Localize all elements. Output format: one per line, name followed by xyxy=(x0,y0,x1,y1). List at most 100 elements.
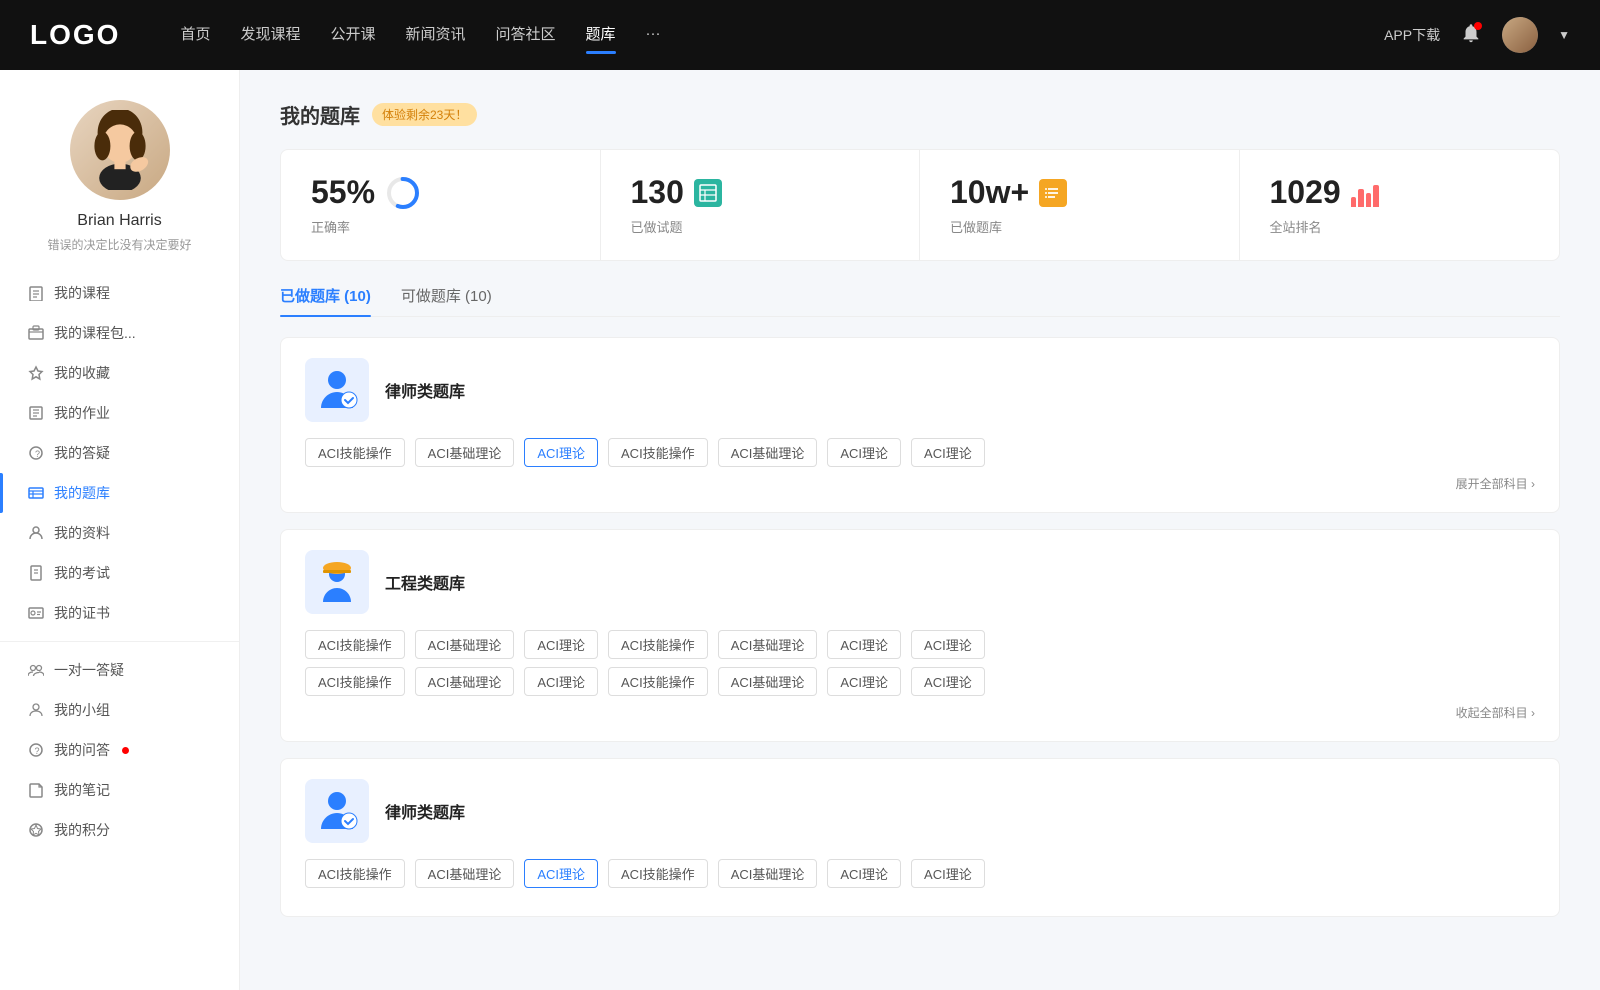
sidebar-item-my-group[interactable]: 我的小组 xyxy=(0,690,239,730)
tag-1-3[interactable]: ACI技能操作 xyxy=(608,438,708,467)
bank-card-header-3: 律师类题库 xyxy=(305,779,1535,843)
tags-row-2a: ACI技能操作 ACI基础理论 ACI理论 ACI技能操作 ACI基础理论 AC… xyxy=(305,630,1535,659)
tag-2-2[interactable]: ACI理论 xyxy=(524,630,598,659)
tag-2b-4[interactable]: ACI基础理论 xyxy=(718,667,818,696)
stat-done-banks: 10w+ 已做题库 xyxy=(920,150,1240,260)
profile-icon xyxy=(28,525,44,541)
cert-icon xyxy=(28,605,44,621)
bank-card-3: 律师类题库 ACI技能操作 ACI基础理论 ACI理论 ACI技能操作 ACI基… xyxy=(280,758,1560,917)
tag-3-4[interactable]: ACI基础理论 xyxy=(718,859,818,888)
nav-qa[interactable]: 问答社区 xyxy=(496,23,556,48)
stats-row: 55% 正确率 130 xyxy=(280,149,1560,261)
sidebar-label: 我的考试 xyxy=(54,563,110,583)
stat-value-accuracy: 55% xyxy=(311,174,375,211)
sidebar-label: 我的笔记 xyxy=(54,780,110,800)
tag-3-2[interactable]: ACI理论 xyxy=(524,859,598,888)
tag-2-6[interactable]: ACI理论 xyxy=(911,630,985,659)
tag-1-2[interactable]: ACI理论 xyxy=(524,438,598,467)
sidebar-item-course-package[interactable]: 我的课程包... xyxy=(0,313,239,353)
sidebar-item-my-qa[interactable]: ? 我的问答 xyxy=(0,730,239,770)
stat-value-questions: 130 xyxy=(631,174,684,211)
my-course-icon xyxy=(28,285,44,301)
collection-icon xyxy=(28,365,44,381)
tag-3-3[interactable]: ACI技能操作 xyxy=(608,859,708,888)
sidebar-item-profile[interactable]: 我的资料 xyxy=(0,513,239,553)
sidebar-item-my-notes[interactable]: 我的笔记 xyxy=(0,770,239,810)
sidebar-label: 我的收藏 xyxy=(54,363,110,383)
sidebar-label: 我的课程 xyxy=(54,283,110,303)
nav-news[interactable]: 新闻资讯 xyxy=(406,23,466,48)
tag-1-4[interactable]: ACI基础理论 xyxy=(718,438,818,467)
exam-icon xyxy=(28,565,44,581)
tags-row-2b: ACI技能操作 ACI基础理论 ACI理论 ACI技能操作 ACI基础理论 AC… xyxy=(305,667,1535,696)
course-package-icon xyxy=(28,325,44,341)
tag-2b-6[interactable]: ACI理论 xyxy=(911,667,985,696)
notification-bell[interactable] xyxy=(1460,22,1482,49)
tag-2-4[interactable]: ACI基础理论 xyxy=(718,630,818,659)
tag-2-1[interactable]: ACI基础理论 xyxy=(415,630,515,659)
svg-text:?: ? xyxy=(35,449,40,459)
tag-3-6[interactable]: ACI理论 xyxy=(911,859,985,888)
tab-done-banks[interactable]: 已做题库 (10) xyxy=(280,285,371,316)
sidebar-label: 我的小组 xyxy=(54,700,110,720)
nav-open-course[interactable]: 公开课 xyxy=(330,23,375,48)
sidebar-item-my-points[interactable]: 我的积分 xyxy=(0,810,239,850)
sidebar-item-cert[interactable]: 我的证书 xyxy=(0,593,239,633)
page-title: 我的题库 xyxy=(280,100,360,129)
nav-more[interactable]: ··· xyxy=(646,25,661,46)
trial-badge: 体验剩余23天！ xyxy=(372,103,477,126)
user-dropdown-arrow[interactable]: ▼ xyxy=(1558,28,1570,42)
nav-discover[interactable]: 发现课程 xyxy=(240,23,300,48)
my-questions-icon: ? xyxy=(28,445,44,461)
tag-2-0[interactable]: ACI技能操作 xyxy=(305,630,405,659)
tag-3-1[interactable]: ACI基础理论 xyxy=(415,859,515,888)
app-download-button[interactable]: APP下载 xyxy=(1384,25,1440,45)
engineer-icon-wrap xyxy=(305,550,369,614)
sidebar-item-exam[interactable]: 我的考试 xyxy=(0,553,239,593)
tag-2b-3[interactable]: ACI技能操作 xyxy=(608,667,708,696)
my-group-icon xyxy=(28,702,44,718)
collapse-link-2[interactable]: 收起全部科目 › xyxy=(305,704,1535,721)
tab-available-banks[interactable]: 可做题库 (10) xyxy=(401,285,492,316)
tag-2b-0[interactable]: ACI技能操作 xyxy=(305,667,405,696)
expand-link-1[interactable]: 展开全部科目 › xyxy=(305,475,1535,492)
lawyer-icon-wrap xyxy=(305,358,369,422)
tag-1-6[interactable]: ACI理论 xyxy=(911,438,985,467)
tag-2b-5[interactable]: ACI理论 xyxy=(827,667,901,696)
nav-question-bank[interactable]: 题库 xyxy=(586,23,616,48)
tag-1-1[interactable]: ACI基础理论 xyxy=(415,438,515,467)
tag-2-3[interactable]: ACI技能操作 xyxy=(608,630,708,659)
sidebar-label: 我的课程包... xyxy=(54,323,136,343)
navbar: LOGO 首页 发现课程 公开课 新闻资讯 问答社区 题库 ··· APP下载 … xyxy=(0,0,1600,70)
qa-red-dot xyxy=(122,747,129,754)
stat-top: 130 xyxy=(631,174,890,211)
sidebar-label: 我的题库 xyxy=(54,483,110,503)
sidebar-divider xyxy=(0,641,239,642)
tag-2b-2[interactable]: ACI理论 xyxy=(524,667,598,696)
logo: LOGO xyxy=(30,19,120,51)
sidebar-item-collection[interactable]: 我的收藏 xyxy=(0,353,239,393)
tag-1-5[interactable]: ACI理论 xyxy=(827,438,901,467)
collapse-text-2: 收起全部科目 › xyxy=(1456,706,1535,720)
sidebar-item-my-questions[interactable]: ? 我的答疑 xyxy=(0,433,239,473)
stat-label-accuracy: 正确率 xyxy=(311,217,570,236)
stat-top: 10w+ xyxy=(950,174,1209,211)
tag-3-5[interactable]: ACI理论 xyxy=(827,859,901,888)
stat-label-banks: 已做题库 xyxy=(950,217,1209,236)
page-header: 我的题库 体验剩余23天！ xyxy=(280,100,1560,129)
user-avatar-nav[interactable] xyxy=(1502,17,1538,53)
sidebar-item-my-course[interactable]: 我的课程 xyxy=(0,273,239,313)
tag-3-0[interactable]: ACI技能操作 xyxy=(305,859,405,888)
teal-table-icon xyxy=(694,179,722,207)
tag-2b-1[interactable]: ACI基础理论 xyxy=(415,667,515,696)
sidebar-label: 我的证书 xyxy=(54,603,110,623)
stat-label-questions: 已做试题 xyxy=(631,217,890,236)
expand-text-1: 展开全部科目 › xyxy=(1456,477,1535,491)
bank-card-2: 工程类题库 ACI技能操作 ACI基础理论 ACI理论 ACI技能操作 ACI基… xyxy=(280,529,1560,742)
sidebar-item-homework[interactable]: 我的作业 xyxy=(0,393,239,433)
sidebar-item-one-on-one[interactable]: 一对一答疑 xyxy=(0,650,239,690)
tag-1-0[interactable]: ACI技能操作 xyxy=(305,438,405,467)
sidebar-item-my-bank[interactable]: 我的题库 xyxy=(0,473,239,513)
nav-home[interactable]: 首页 xyxy=(180,23,210,48)
tag-2-5[interactable]: ACI理论 xyxy=(827,630,901,659)
